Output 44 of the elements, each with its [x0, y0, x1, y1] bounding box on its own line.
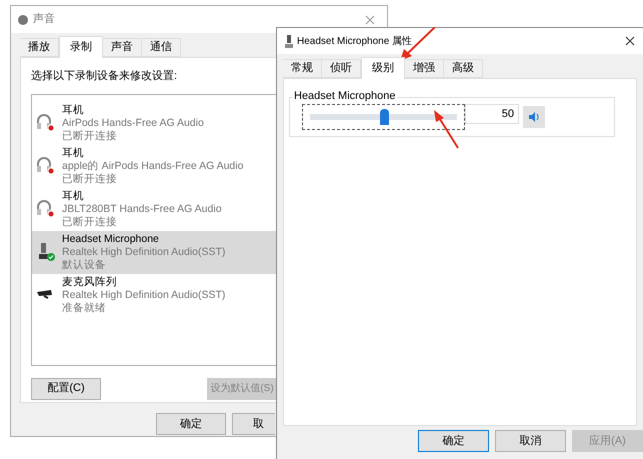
device-driver: Realtek High Definition Audio(SST): [62, 288, 226, 302]
dialog-button[interactable]: 取消: [495, 430, 566, 452]
tab[interactable]: 声音: [103, 38, 142, 57]
group-title: Headset Microphone: [293, 89, 397, 103]
device-status: 准备就绪: [62, 302, 107, 314]
microphone-icon: [285, 34, 293, 48]
tab[interactable]: 级别: [361, 57, 405, 79]
configure-button[interactable]: 配置(C): [31, 378, 101, 400]
device-item[interactable]: Headset Microphone Realtek High Definition Audio(SST) 默认设备: [32, 230, 277, 274]
instruction-text: 选择以下录制设备来修改设置:: [31, 69, 178, 84]
device-driver: AirPods Hands-Free AG Audio: [62, 116, 204, 130]
device-item[interactable]: 麦克风阵列 Realtek High Definition Audio(SST) 准备就绪: [32, 274, 277, 316]
device-name: 耳机: [62, 104, 85, 116]
device-status: 已断开连接: [62, 130, 118, 142]
device-item[interactable]: 耳机 JBLT280BT Hands-Free AG Audio 已断开连接: [32, 188, 277, 230]
window-title: 声音: [33, 12, 55, 28]
device-driver: Realtek High Definition Audio(SST): [62, 246, 226, 258]
close-icon[interactable]: [625, 36, 635, 46]
level-field[interactable]: 50: [465, 104, 519, 124]
tab[interactable]: 录制: [59, 36, 103, 58]
tab[interactable]: 高级: [444, 59, 483, 78]
window-title: Headset Microphone 属性: [297, 34, 412, 48]
device-name: 耳机: [62, 146, 85, 160]
tab[interactable]: 播放: [20, 38, 59, 57]
device-status: 默认设备: [62, 258, 107, 272]
device-item[interactable]: 耳机 AirPods Hands-Free AG Audio 已断开连接: [32, 102, 277, 144]
device-status: 已断开连接: [62, 172, 118, 186]
device-item[interactable]: 耳机 apple的 AirPods Hands-Free AG Audio 已断开连接: [32, 144, 277, 188]
device-name: Headset Microphone: [62, 232, 160, 246]
tab[interactable]: 侦听: [322, 59, 361, 78]
dialog-button[interactable]: 取: [232, 413, 275, 435]
tab[interactable]: 通信: [142, 38, 181, 57]
tab[interactable]: 常规: [283, 59, 322, 78]
device-name: 麦克风阵列: [62, 276, 118, 288]
annotation-arrow: [432, 110, 460, 150]
device-status: 已断开连接: [62, 216, 118, 228]
tab[interactable]: 增强: [405, 59, 444, 78]
device-driver: apple的 AirPods Hands-Free AG Audio: [62, 160, 244, 172]
dialog-button[interactable]: 确定: [418, 430, 489, 452]
device-driver: JBLT280BT Hands-Free AG Audio: [62, 202, 222, 216]
slider-thumb[interactable]: [380, 109, 388, 125]
mute-button[interactable]: [523, 106, 545, 128]
dialog-button[interactable]: 确定: [156, 413, 226, 435]
device-name: 耳机: [62, 190, 85, 202]
